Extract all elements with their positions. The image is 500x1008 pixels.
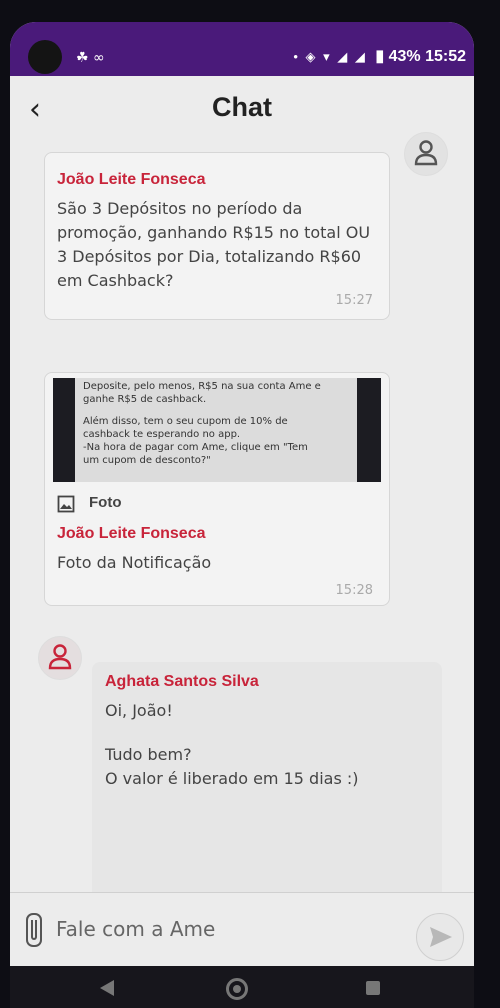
- paperclip-icon[interactable]: [26, 913, 42, 947]
- message-text: Foto da Notificação: [57, 553, 212, 572]
- page-title: Chat: [212, 92, 272, 122]
- photo-content: Deposite, pelo menos, R$5 na sua conta A…: [75, 378, 357, 482]
- status-right: • ◈ ▾ ◢ ◢ ▮ 43% 15:52: [293, 46, 466, 66]
- photo-text-line: cashback te esperando no app.: [83, 429, 241, 440]
- message-bubble-3: Aghata Santos Silva Oi, João! Tudo bem? …: [92, 662, 442, 904]
- message-greeting: Oi, João!: [105, 701, 173, 720]
- status-bar: ☘ ∞ • ◈ ▾ ◢ ◢ ▮ 43% 15:52: [10, 22, 474, 76]
- message-text: O valor é liberado em 15 dias :): [105, 769, 359, 788]
- message-sender: João Leite Fonseca: [57, 525, 206, 542]
- image-icon: [57, 495, 75, 513]
- send-button[interactable]: [416, 913, 464, 961]
- phone-screen: ☘ ∞ • ◈ ▾ ◢ ◢ ▮ 43% 15:52 ‹ Chat João Le…: [10, 22, 474, 1008]
- nav-back-icon[interactable]: [100, 980, 114, 996]
- clock: 15:52: [425, 48, 466, 65]
- message-sender: Aghata Santos Silva: [105, 673, 259, 690]
- message-text: São 3 Depósitos no período da promoção, …: [57, 199, 371, 290]
- photo-text-line: Além disso, tem o seu cupom de 10% de: [83, 416, 288, 427]
- user-avatar-icon: [404, 132, 448, 176]
- attachment-label: Foto: [89, 494, 122, 511]
- photo-text-line: -Na hora de pagar com Ame, clique em "Te…: [83, 442, 308, 453]
- notification-photo[interactable]: Deposite, pelo menos, R$5 na sua conta A…: [53, 378, 381, 482]
- front-camera: [28, 40, 62, 74]
- agent-avatar-icon: [38, 636, 82, 680]
- message-input[interactable]: [54, 907, 398, 951]
- photo-text-line: Deposite, pelo menos, R$5 na sua conta A…: [83, 381, 321, 392]
- message-sender: João Leite Fonseca: [57, 171, 206, 188]
- message-bubble-1: João Leite Fonseca São 3 Depósitos no pe…: [44, 152, 390, 320]
- signal-icons: • ◈ ▾ ◢ ◢: [293, 49, 367, 64]
- photo-text-line: ganhe R$5 de cashback.: [83, 394, 207, 405]
- message-time: 15:27: [335, 293, 373, 308]
- message-composer: [10, 892, 474, 967]
- message-text: Tudo bem?: [105, 745, 192, 764]
- nav-recents-icon[interactable]: [366, 981, 380, 995]
- message-bubble-2: Deposite, pelo menos, R$5 na sua conta A…: [44, 372, 390, 606]
- chat-header: ‹ Chat: [10, 76, 474, 150]
- android-navigation-bar: [10, 966, 474, 1008]
- battery-icon: ▮: [375, 48, 385, 65]
- message-time: 15:28: [335, 583, 373, 598]
- nav-home-icon[interactable]: [226, 978, 248, 1000]
- battery-level: 43%: [388, 48, 421, 65]
- send-icon: [430, 927, 452, 947]
- notification-icons: ☘ ∞: [76, 50, 105, 66]
- photo-text-line: um cupom de desconto?": [83, 455, 211, 466]
